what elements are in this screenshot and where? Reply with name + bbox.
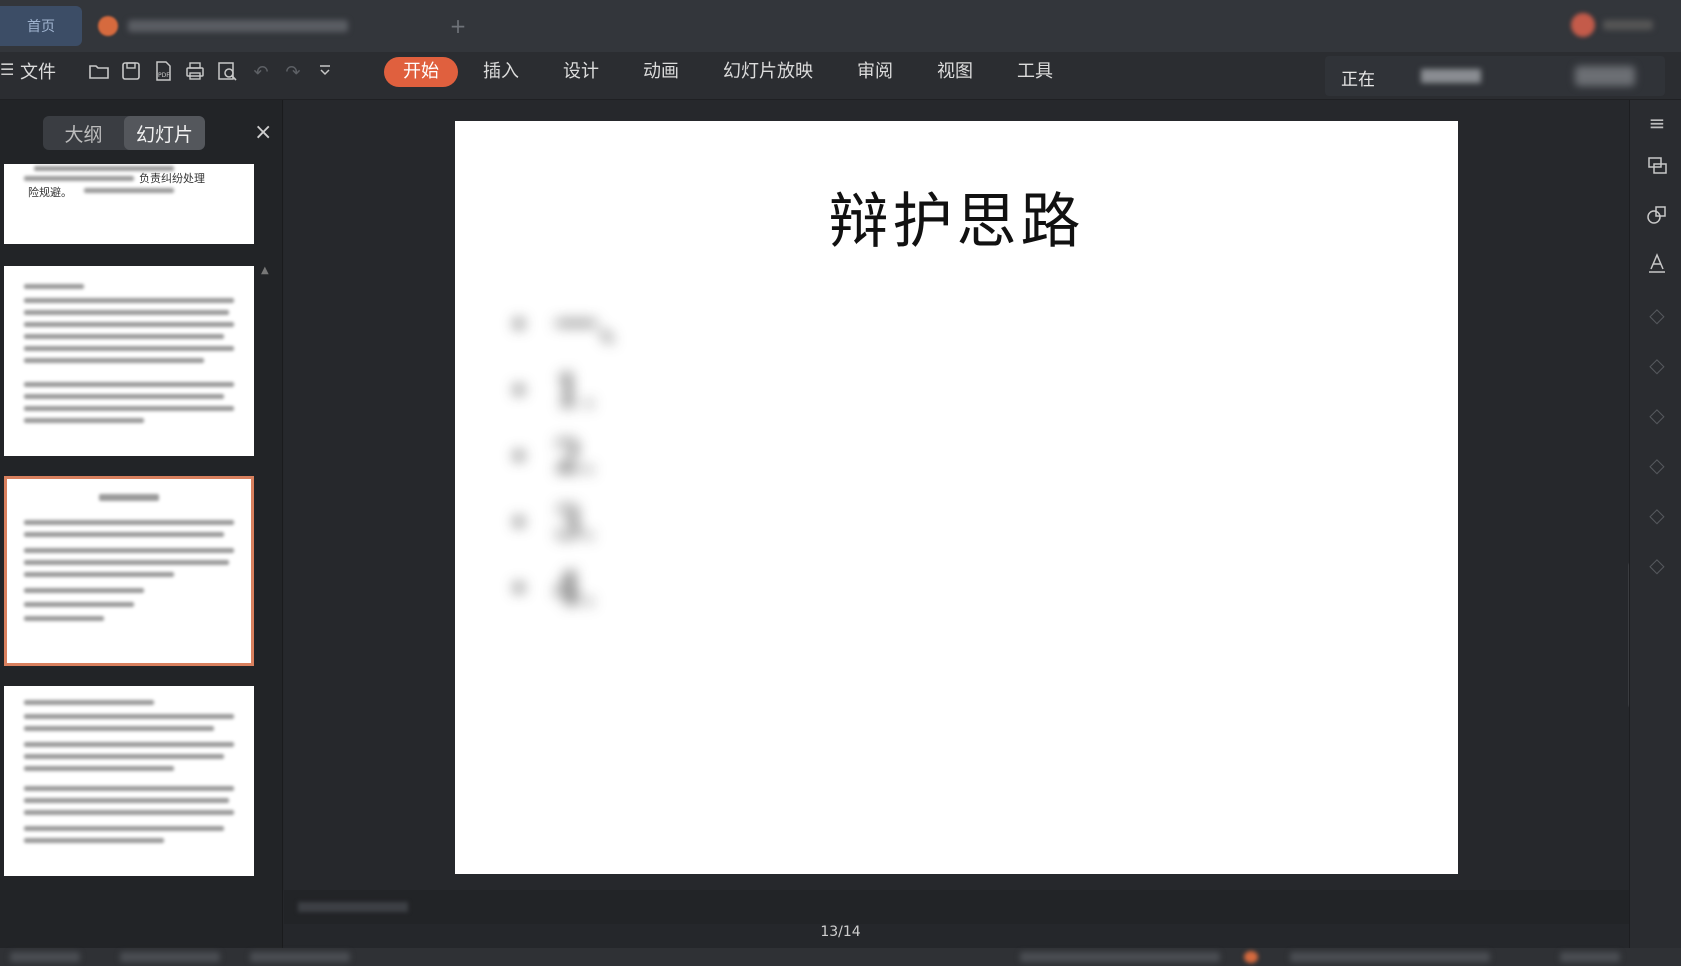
hamburger-icon[interactable]: ☰	[0, 60, 14, 79]
home-tab[interactable]: 首页	[0, 6, 82, 46]
tool-icon[interactable]: ◇	[1644, 502, 1670, 528]
status-area[interactable]: 正在	[1325, 56, 1665, 96]
playback-icon[interactable]	[1244, 951, 1258, 963]
document-tab-name	[128, 20, 348, 32]
tab-insert[interactable]: 插入	[464, 57, 538, 87]
presentation-icon	[98, 16, 118, 36]
tool-icon[interactable]: ◇	[1644, 302, 1670, 328]
svg-text:PDF: PDF	[158, 72, 170, 79]
redo-icon[interactable]: ↷	[280, 60, 306, 86]
tab-tools[interactable]: 工具	[998, 57, 1072, 87]
scroll-up-icon[interactable]: ▲	[261, 265, 269, 279]
slide-thumbnail-panel: 大纲 幻灯片 × ▲ 负责纠纷处理 险规避。	[0, 100, 283, 950]
ribbon-tabs: 开始 插入 设计 动画 幻灯片放映 审阅 视图 工具	[384, 57, 1078, 87]
close-panel-icon[interactable]: ×	[254, 120, 272, 145]
tab-review[interactable]: 审阅	[838, 57, 912, 87]
undo-icon[interactable]: ↶	[248, 60, 274, 86]
slide-thumbnail-12[interactable]: 负责纠纷处理 险规避。	[4, 164, 254, 244]
bullet-item: • 3.	[510, 498, 596, 549]
export-pdf-icon[interactable]: PDF	[150, 60, 176, 86]
slide-thumbnail-13[interactable]	[4, 476, 254, 666]
status-bar	[0, 948, 1681, 966]
right-tool-rail: ≡ ◇ ◇ ◇ ◇ ◇ ◇	[1629, 100, 1681, 950]
notes-area[interactable]	[284, 890, 1629, 924]
notes-placeholder	[298, 902, 408, 912]
customize-toolbar-icon[interactable]	[312, 60, 338, 86]
file-menu-button[interactable]: 文件	[20, 60, 56, 86]
status-text: 正在	[1341, 70, 1375, 90]
zoom-level	[1560, 952, 1620, 962]
bullet-item: • 一、	[510, 300, 642, 351]
slide-thumbnail-14[interactable]	[4, 686, 254, 876]
view-controls[interactable]	[1020, 952, 1220, 962]
tab-animation[interactable]: 动画	[624, 57, 698, 87]
collapse-rail-icon[interactable]: ≡	[1644, 110, 1670, 136]
text-style-icon[interactable]	[1644, 252, 1670, 278]
current-slide[interactable]: 辩护思路 • 一、 • 1. • 2. • 3. • 4.	[455, 121, 1458, 874]
bullet-item: • 1.	[510, 366, 596, 417]
tab-design[interactable]: 设计	[544, 57, 618, 87]
page-indicator: 13/14	[820, 924, 861, 940]
user-name	[1603, 20, 1653, 30]
slides-view-button[interactable]: 幻灯片	[124, 116, 205, 150]
tool-icon[interactable]: ◇	[1644, 452, 1670, 478]
save-icon[interactable]	[118, 60, 144, 86]
collab-icons[interactable]	[1575, 66, 1635, 86]
outline-view-button[interactable]: 大纲	[43, 116, 124, 150]
status-redacted	[1421, 69, 1481, 83]
tab-slideshow[interactable]: 幻灯片放映	[704, 57, 832, 87]
title-bar: 首页 +	[0, 0, 1681, 52]
print-icon[interactable]	[182, 60, 208, 86]
zoom-slider[interactable]	[1290, 952, 1490, 962]
status-item	[10, 952, 80, 962]
bullet-item: • 4.	[510, 564, 596, 615]
tool-icon[interactable]: ◇	[1644, 402, 1670, 428]
thumbnail-text: 负责纠纷处理	[139, 172, 205, 185]
tab-view[interactable]: 视图	[918, 57, 992, 87]
add-tab-button[interactable]: +	[446, 14, 470, 38]
thumbnail-text: 险规避。	[28, 186, 72, 199]
open-folder-icon[interactable]	[86, 60, 112, 86]
bullet-item: • 2.	[510, 432, 596, 483]
avatar	[1571, 13, 1595, 37]
status-item	[120, 952, 220, 962]
view-toggle: 大纲 幻灯片	[43, 116, 205, 150]
document-tab[interactable]	[88, 6, 418, 46]
tab-home[interactable]: 开始	[384, 57, 458, 87]
slide-thumbnail-13a[interactable]	[4, 266, 254, 456]
slide-switch-icon[interactable]	[1644, 154, 1670, 180]
tool-icon[interactable]: ◇	[1644, 352, 1670, 378]
shapes-icon[interactable]	[1644, 204, 1670, 230]
tool-icon[interactable]: ◇	[1644, 552, 1670, 578]
slide-title[interactable]: 辩护思路	[455, 173, 1458, 260]
status-item	[250, 952, 350, 962]
slide-content[interactable]: • 一、 • 1. • 2. • 3. • 4.	[510, 299, 1410, 629]
print-preview-icon[interactable]	[214, 60, 240, 86]
user-account[interactable]	[1571, 12, 1661, 38]
